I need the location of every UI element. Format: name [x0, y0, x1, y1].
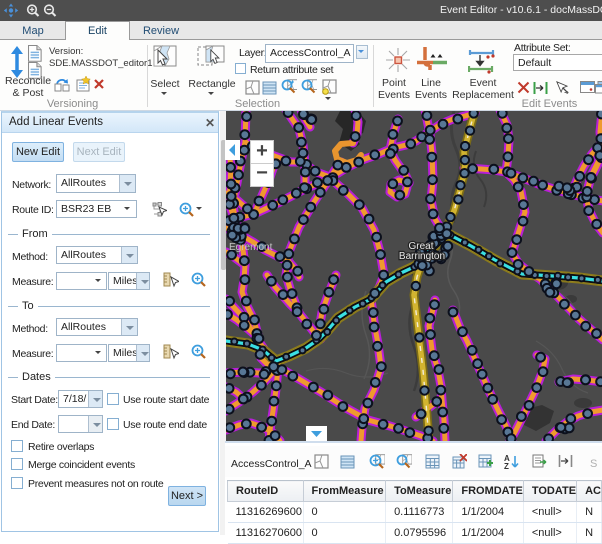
svg-text:Barrington: Barrington	[399, 251, 445, 262]
svg-text:Egremont: Egremont	[229, 242, 273, 253]
svg-text:Z: Z	[504, 462, 509, 469]
